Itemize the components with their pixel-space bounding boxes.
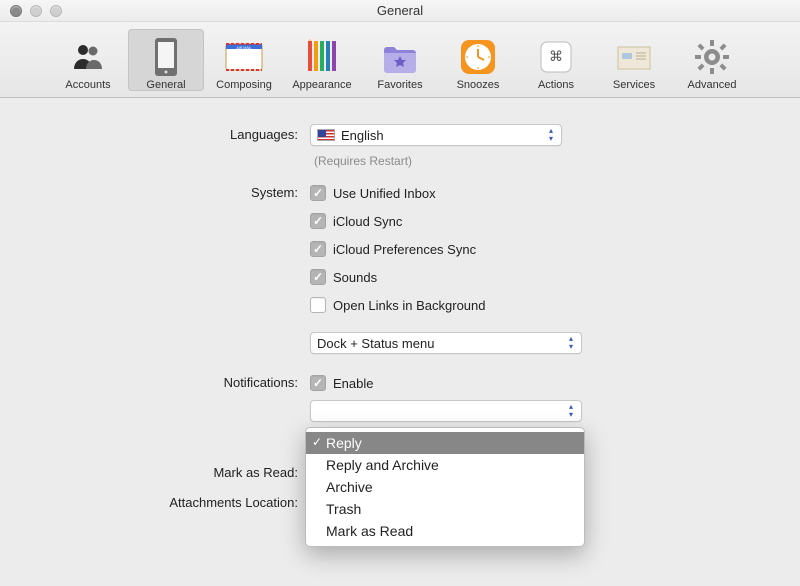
- checkbox-icon: [310, 375, 326, 391]
- check-label: iCloud Sync: [333, 214, 402, 229]
- dropdown-option-archive[interactable]: Archive: [306, 476, 584, 498]
- checkbox-icon: [310, 269, 326, 285]
- favorites-icon: [380, 37, 420, 77]
- actions-icon: ⌘: [536, 37, 576, 77]
- check-open-links-background[interactable]: Open Links in Background: [310, 294, 610, 316]
- tab-accounts[interactable]: Accounts: [50, 29, 126, 91]
- window-controls: [10, 5, 62, 17]
- dropdown-option-reply-archive[interactable]: Reply and Archive: [306, 454, 584, 476]
- dock-status-select[interactable]: Dock + Status menu: [310, 332, 582, 354]
- stepper-icon: [563, 335, 579, 351]
- tab-label: General: [146, 79, 185, 91]
- title-bar: General: [0, 0, 800, 22]
- tab-label: Snoozes: [457, 79, 500, 91]
- tab-label: Appearance: [292, 79, 351, 91]
- composing-icon: AIR MAIL: [224, 37, 264, 77]
- languages-select[interactable]: English: [310, 124, 562, 146]
- dropdown-option-trash[interactable]: Trash: [306, 498, 584, 520]
- minimize-window-dot[interactable]: [30, 5, 42, 17]
- tab-favorites[interactable]: Favorites: [362, 29, 438, 91]
- accounts-icon: [68, 37, 108, 77]
- notification-action-select[interactable]: [310, 400, 582, 422]
- tab-advanced[interactable]: Advanced: [674, 29, 750, 91]
- languages-label: Languages:: [0, 124, 310, 142]
- window-title: General: [377, 3, 423, 18]
- tab-actions[interactable]: ⌘ Actions: [518, 29, 594, 91]
- notifications-label: Notifications:: [0, 372, 310, 390]
- general-icon: [146, 37, 186, 77]
- system-label: System:: [0, 182, 310, 200]
- check-label: Enable: [333, 376, 373, 391]
- tab-label: Advanced: [688, 79, 737, 91]
- mark-as-read-label: Mark as Read:: [0, 462, 310, 480]
- tab-snoozes[interactable]: Snoozes: [440, 29, 516, 91]
- svg-text:AIR MAIL: AIR MAIL: [237, 46, 252, 50]
- checkbox-icon: [310, 297, 326, 313]
- check-icloud-sync[interactable]: iCloud Sync: [310, 210, 610, 232]
- snoozes-icon: [458, 37, 498, 77]
- appearance-icon: [302, 37, 342, 77]
- tab-composing[interactable]: AIR MAIL Composing: [206, 29, 282, 91]
- tab-services[interactable]: Services: [596, 29, 672, 91]
- notification-action-dropdown[interactable]: Reply Reply and Archive Archive Trash Ma…: [305, 427, 585, 547]
- check-label: Use Unified Inbox: [333, 186, 436, 201]
- check-label: Open Links in Background: [333, 298, 485, 313]
- languages-value: English: [341, 128, 384, 143]
- tab-label: Accounts: [65, 79, 110, 91]
- attachments-location-label: Attachments Location:: [0, 492, 310, 510]
- tab-label: Composing: [216, 79, 272, 91]
- tab-label: Services: [613, 79, 655, 91]
- preferences-toolbar: Accounts General AIR MAIL Composing Appe…: [0, 22, 800, 98]
- us-flag-icon: [317, 129, 335, 141]
- tab-label: Favorites: [377, 79, 422, 91]
- check-label: Sounds: [333, 270, 377, 285]
- tab-general[interactable]: General: [128, 29, 204, 91]
- tab-label: Actions: [538, 79, 574, 91]
- zoom-window-dot[interactable]: [50, 5, 62, 17]
- check-notifications-enable[interactable]: Enable: [310, 372, 610, 394]
- checkbox-icon: [310, 185, 326, 201]
- advanced-icon: [692, 37, 732, 77]
- tab-appearance[interactable]: Appearance: [284, 29, 360, 91]
- dropdown-option-mark-read[interactable]: Mark as Read: [306, 520, 584, 542]
- svg-text:⌘: ⌘: [549, 48, 563, 64]
- languages-hint: (Requires Restart): [310, 154, 610, 168]
- checkbox-icon: [310, 213, 326, 229]
- dropdown-option-reply[interactable]: Reply: [306, 432, 584, 454]
- check-label: iCloud Preferences Sync: [333, 242, 476, 257]
- check-icloud-prefs-sync[interactable]: iCloud Preferences Sync: [310, 238, 610, 260]
- services-icon: [614, 37, 654, 77]
- stepper-icon: [543, 127, 559, 143]
- close-window-dot[interactable]: [10, 5, 22, 17]
- stepper-icon: [563, 403, 579, 419]
- dock-status-value: Dock + Status menu: [317, 336, 434, 351]
- checkbox-icon: [310, 241, 326, 257]
- check-unified-inbox[interactable]: Use Unified Inbox: [310, 182, 610, 204]
- check-sounds[interactable]: Sounds: [310, 266, 610, 288]
